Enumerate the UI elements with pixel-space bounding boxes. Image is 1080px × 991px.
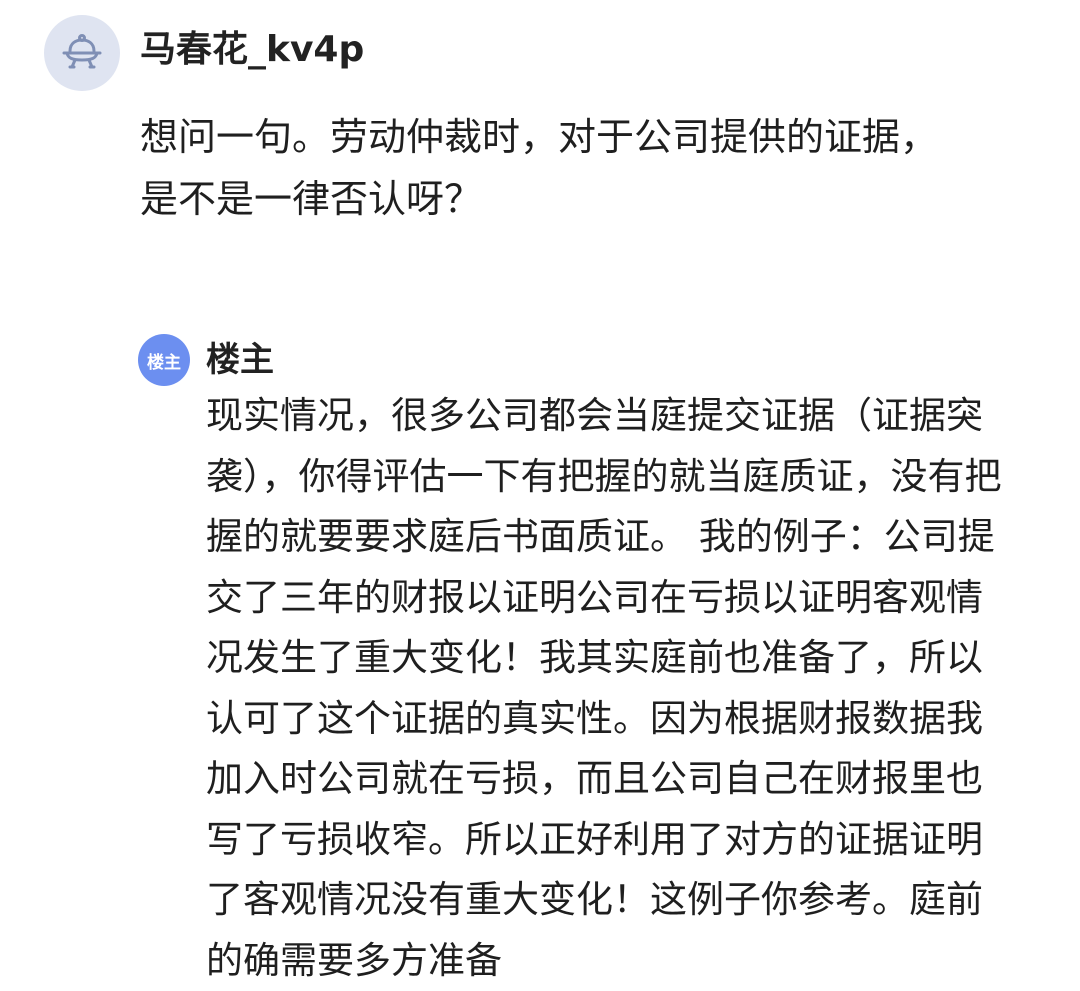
reply-line: 了客观情况没有重大变化！这例子你参考。庭前 <box>206 870 1046 931</box>
reply-line: 袭），你得评估一下有把握的就当庭质证，没有把 <box>206 447 1046 508</box>
comment-username[interactable]: 马春花_kv4p <box>140 26 364 74</box>
reply-line: 认可了这个证据的真实性。因为根据财报数据我 <box>206 689 1046 750</box>
reply-text: 现实情况，很多公司都会当庭提交证据（证据突 袭），你得评估一下有把握的就当庭质证… <box>206 386 1046 991</box>
reply-line: 现实情况，很多公司都会当庭提交证据（证据突 <box>206 386 1046 447</box>
comment-line: 是不是一律否认呀？ <box>140 168 1050 230</box>
ufo-robot-icon <box>58 29 106 77</box>
reply-line: 加入时公司就在亏损，而且公司自己在财报里也 <box>206 749 1046 810</box>
reply-line: 写了亏损收窄。所以正好利用了对方的证据证明 <box>206 810 1046 871</box>
op-name[interactable]: 楼主 <box>206 336 274 384</box>
reply-line: 交了三年的财报以证明公司在亏损以证明客观情 <box>206 568 1046 629</box>
reply-line: 的确需要多方准备 <box>206 931 1046 991</box>
comment-line: 想问一句。劳动仲裁时，对于公司提供的证据， <box>140 106 1050 168</box>
op-badge: 楼主 <box>138 334 190 386</box>
user-avatar[interactable] <box>44 15 120 91</box>
reply-line: 握的就要要求庭后书面质证。 我的例子：公司提 <box>206 507 1046 568</box>
reply-line: 况发生了重大变化！我其实庭前也准备了，所以 <box>206 628 1046 689</box>
comment-text: 想问一句。劳动仲裁时，对于公司提供的证据， 是不是一律否认呀？ <box>140 106 1050 230</box>
